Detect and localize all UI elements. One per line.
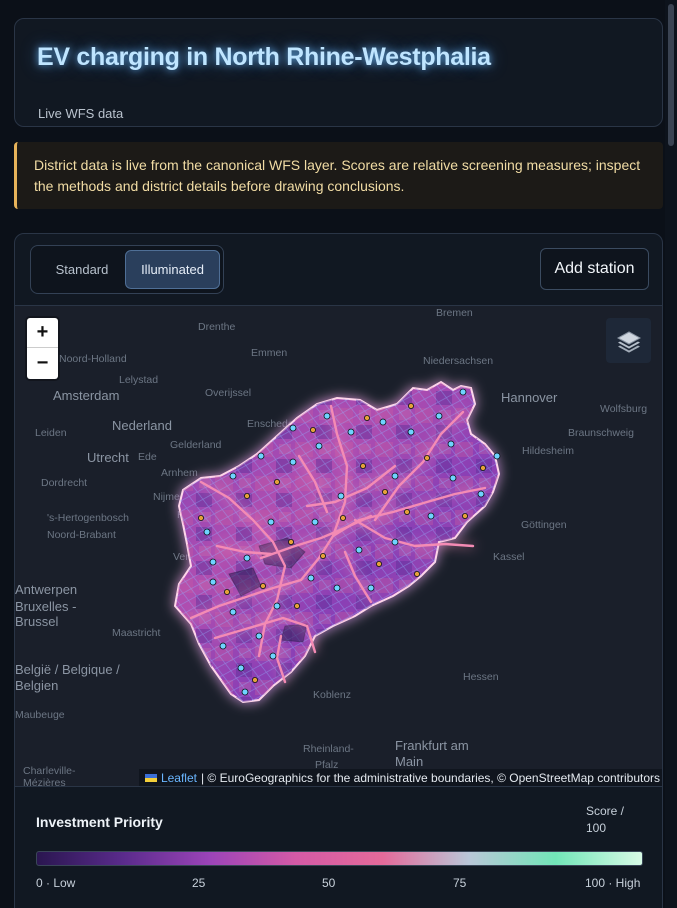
map-place-label: Noord-Brabant [47,529,116,541]
map-place-label: Maubeuge [15,709,65,721]
map-place-label: Overijssel [205,387,251,399]
page-subtitle: Live WFS data [38,106,124,121]
map-place-label: Charleville- [23,765,76,777]
legend-tick-100: 100 · High [585,876,641,890]
map-place-label: Arnhem [161,467,198,479]
map-place-label: Hildesheim [522,445,574,457]
map-place-label: Maastricht [112,627,161,639]
zoom-out-button[interactable]: − [27,348,58,378]
map-place-label: Utrecht [87,450,129,465]
map-place-label: Hessen [463,671,499,683]
map-place-label: Braunschweig [568,427,634,439]
map-place-label: Bruxelles - [15,599,76,614]
map-place-label: Frankfurt am [395,738,469,753]
header-card: EV charging in North Rhine-Westphalia Li… [14,18,663,127]
map-place-label: Emmen [251,347,287,359]
map-place-label: Nederland [112,418,172,433]
map-place-label: Wolfsburg [600,403,647,415]
map-place-label: Dordrecht [41,477,87,489]
map-canvas: Bremen Noord-Holland Drenthe Niedersachsen E… [15,307,647,787]
legend-title: Investment Priority [36,814,163,830]
map-place-label: Gelderland [170,439,222,451]
layers-button[interactable] [606,318,651,363]
map-view[interactable]: Bremen Noord-Holland Drenthe Niedersachsen E… [15,305,662,787]
map-place-label: Kassel [493,551,525,563]
leaflet-link[interactable]: Leaflet [161,771,197,785]
mode-standard-button[interactable]: Standard [37,250,127,289]
mode-illuminated-button[interactable]: Illuminated [125,250,220,289]
map-place-label: Brussel [15,614,58,629]
map-place-label: Ede [138,451,157,463]
map-place-label: Amsterdam [53,388,119,403]
notice-banner: District data is live from the canonical… [14,142,663,209]
map-place-label: Belgien [15,678,58,693]
page-scrollbar[interactable] [665,0,677,908]
legend-tick-75: 75 [453,876,467,890]
map-place-label: Lelystad [119,374,158,386]
zoom-in-button[interactable]: + [27,318,58,348]
legend-color-ramp [36,851,643,866]
legend-tick-0: 0 · Low [36,876,76,890]
map-place-label: Niedersachsen [423,355,493,367]
legend-tick-25: 25 [192,876,206,890]
map-place-label: Main [395,754,423,769]
map-place-label: Göttingen [521,519,567,531]
map-place-label: Drenthe [198,321,236,333]
map-place-label: Leiden [35,427,67,439]
page-title: EV charging in North Rhine-Westphalia [37,43,491,71]
legend-unit: Score / 100 [586,804,625,835]
basemap-mode-toggle: Standard Illuminated [30,245,224,294]
add-station-button[interactable]: Add station [540,248,649,290]
map-place-label: Antwerpen [15,582,77,597]
ukraine-flag-icon [144,774,157,782]
map-place-label: België / Belgique / [15,662,120,677]
map-place-label: Hannover [501,390,558,405]
legend-tick-50: 50 [322,876,336,890]
attribution-text: | © EuroGeographics for the administrati… [200,771,660,785]
layers-icon [616,330,641,353]
zoom-control: + − [27,318,58,379]
map-place-label: Noord-Holland [59,353,127,365]
map-panel: Standard Illuminated Add station Bremen … [14,233,663,908]
map-place-label: Mézières [23,777,66,787]
map-place-label: 's-Hertogenbosch [47,512,129,524]
map-place-label: Bremen [436,307,473,319]
map-place-label: Rheinland- [303,743,354,755]
scrollbar-thumb[interactable] [668,4,674,146]
notice-text: District data is live from the canonical… [34,157,641,194]
map-attribution: Leaflet | © EuroGeographics for the admi… [138,769,662,786]
map-place-label: Koblenz [313,689,351,701]
